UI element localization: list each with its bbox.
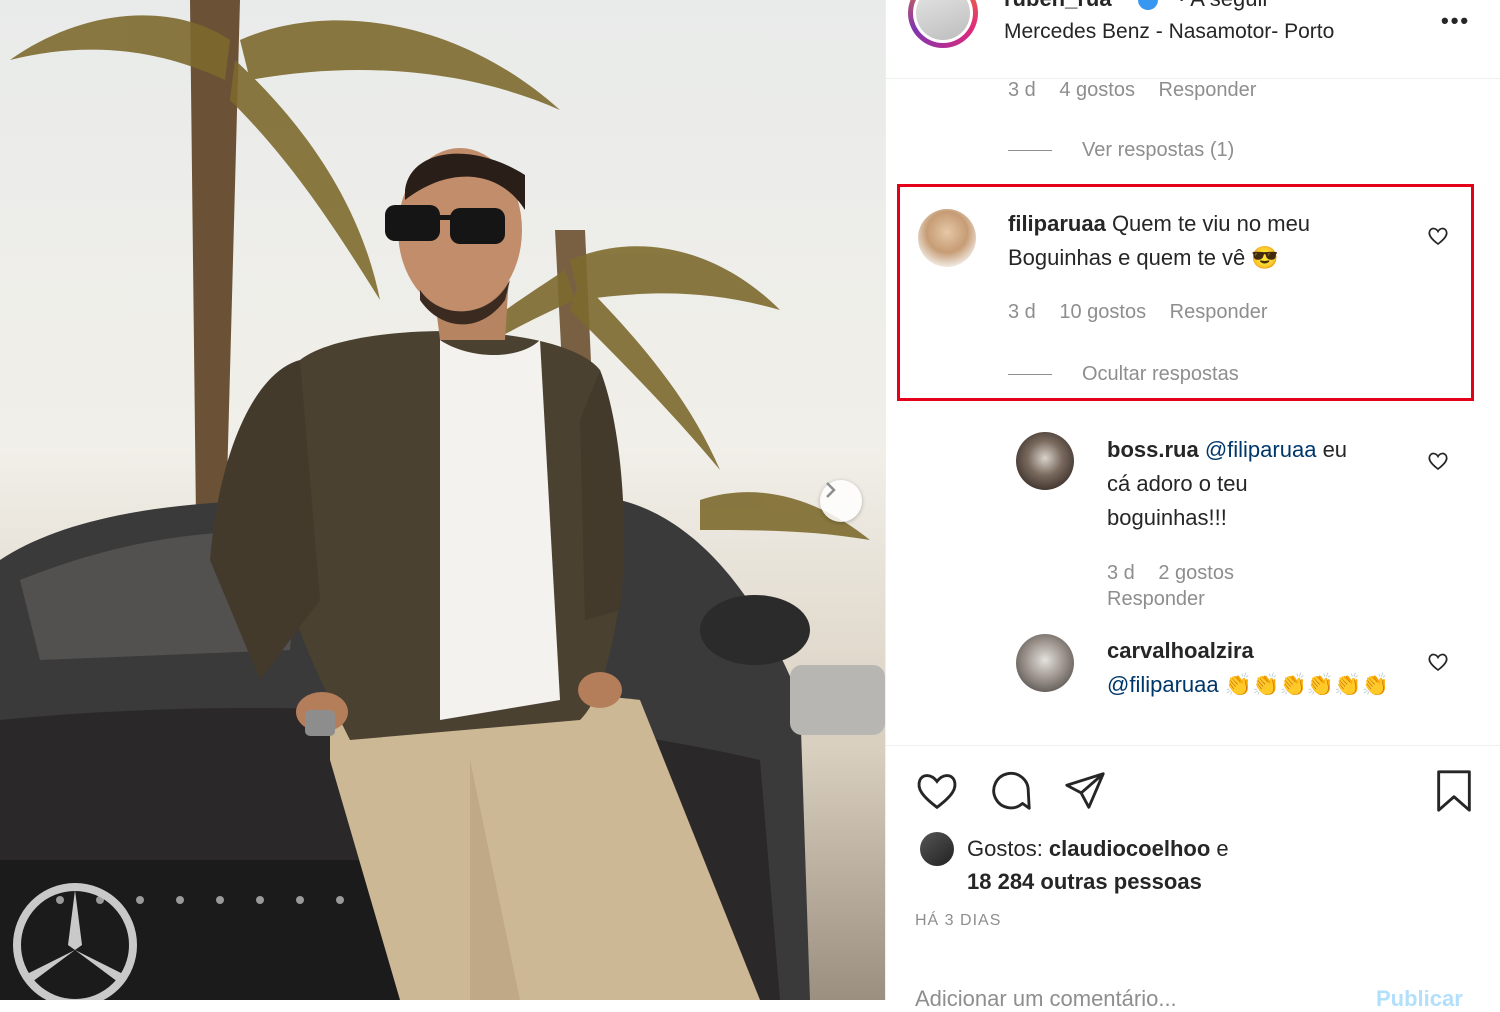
liker-username[interactable]: claudiocoelhoo (1049, 836, 1210, 861)
divider-line (1008, 374, 1052, 376)
commenter-avatar[interactable] (918, 209, 976, 267)
post-actions: Gostos: claudiocoelhoo e 18 284 outras p… (886, 745, 1500, 1011)
reply-button[interactable]: Responder (1159, 79, 1257, 101)
likes-summary: Gostos: claudiocoelhoo e 18 284 outras p… (967, 832, 1229, 898)
reply-avatar[interactable] (1016, 432, 1074, 490)
post-photo-illustration (0, 0, 885, 1000)
liker-avatar[interactable] (920, 832, 954, 866)
divider-line (1008, 150, 1052, 152)
comment-text-line2: Boguinhas e quem te vê 😎 (1008, 245, 1279, 270)
reply-text-line3: boguinhas!!! (1107, 505, 1227, 530)
comment-text-line1: Quem te viu no meu (1111, 211, 1311, 236)
reply-text: 👏👏👏👏👏👏 (1218, 672, 1390, 697)
comment-time: 3 d (1008, 79, 1036, 101)
commenter-username[interactable]: filiparuaa (1008, 211, 1106, 236)
reply-button[interactable]: Responder (1107, 588, 1205, 610)
likes-prefix: Gostos: (967, 836, 1049, 861)
like-reply-heart-icon[interactable] (1426, 650, 1450, 674)
reply-username[interactable]: carvalhoalzira (1107, 638, 1254, 663)
like-heart-icon[interactable] (914, 768, 960, 814)
post-sidebar: ruben_rua · A seguir Mercedes Benz - Nas… (885, 0, 1500, 1011)
reply-text-line2: cá adoro o teu (1107, 471, 1248, 496)
bookmark-icon[interactable] (1431, 768, 1477, 814)
likes-and: e (1210, 836, 1229, 861)
post-photo (0, 0, 885, 1000)
reply-username[interactable]: boss.rua (1107, 437, 1199, 462)
share-send-icon[interactable] (1062, 768, 1108, 814)
comment-likes[interactable]: 4 gostos (1059, 79, 1135, 101)
like-reply-heart-icon[interactable] (1426, 449, 1450, 473)
reply-mention[interactable]: @filiparuaa (1107, 672, 1219, 697)
add-comment-input[interactable]: Adicionar um comentário... (915, 986, 1177, 1012)
hide-replies-label: Ocultar respostas (1082, 363, 1239, 385)
following-button[interactable]: · A seguir (1178, 0, 1270, 12)
view-replies-button[interactable]: Ver respostas (1) (1008, 139, 1234, 162)
reply-likes[interactable]: 2 gostos (1158, 562, 1234, 584)
chevron-right-icon (826, 482, 836, 498)
post-date: HÁ 3 DIAS (915, 912, 1002, 929)
publish-button[interactable]: Publicar (1376, 986, 1463, 1012)
author-username[interactable]: ruben_rua (1004, 0, 1112, 12)
reply-time: 3 d (1107, 562, 1135, 584)
comments-list[interactable]: 3 d 4 gostos Responder Ver respostas (1)… (886, 79, 1500, 744)
comment-meta: 3 d 4 gostos Responder (1008, 79, 1274, 102)
reply-body: boss.rua @filiparuaa eu cá adoro o teu b… (1107, 433, 1427, 535)
view-replies-label: Ver respostas (1) (1082, 139, 1235, 161)
reply-button[interactable]: Responder (1170, 301, 1268, 323)
hide-replies-button[interactable]: Ocultar respostas (1008, 363, 1239, 386)
reply-text-line1: eu (1316, 437, 1348, 462)
verified-badge-icon (1138, 0, 1158, 10)
reply-avatar[interactable] (1016, 634, 1074, 692)
comment-meta: 3 d 10 gostos Responder (1008, 301, 1286, 324)
post-location[interactable]: Mercedes Benz - Nasamotor- Porto (1004, 20, 1334, 44)
reply-meta: 3 d 2 gostos Responder (1107, 560, 1252, 612)
comment-bubble-icon[interactable] (988, 768, 1034, 814)
likes-count[interactable]: 18 284 outras pessoas (967, 869, 1202, 894)
post-header: ruben_rua · A seguir Mercedes Benz - Nas… (886, 0, 1500, 79)
comment-time: 3 d (1008, 301, 1036, 323)
next-image-button[interactable] (820, 480, 862, 522)
reply-body: carvalhoalzira @filiparuaa 👏👏👏👏👏👏 (1107, 634, 1427, 702)
comment-body: filiparuaa Quem te viu no meu Boguinhas … (1008, 207, 1428, 275)
reply-mention[interactable]: @filiparuaa (1205, 437, 1317, 462)
like-comment-heart-icon[interactable] (1426, 224, 1450, 248)
more-options-icon[interactable]: ••• (1441, 8, 1470, 34)
comment-likes[interactable]: 10 gostos (1059, 301, 1146, 323)
